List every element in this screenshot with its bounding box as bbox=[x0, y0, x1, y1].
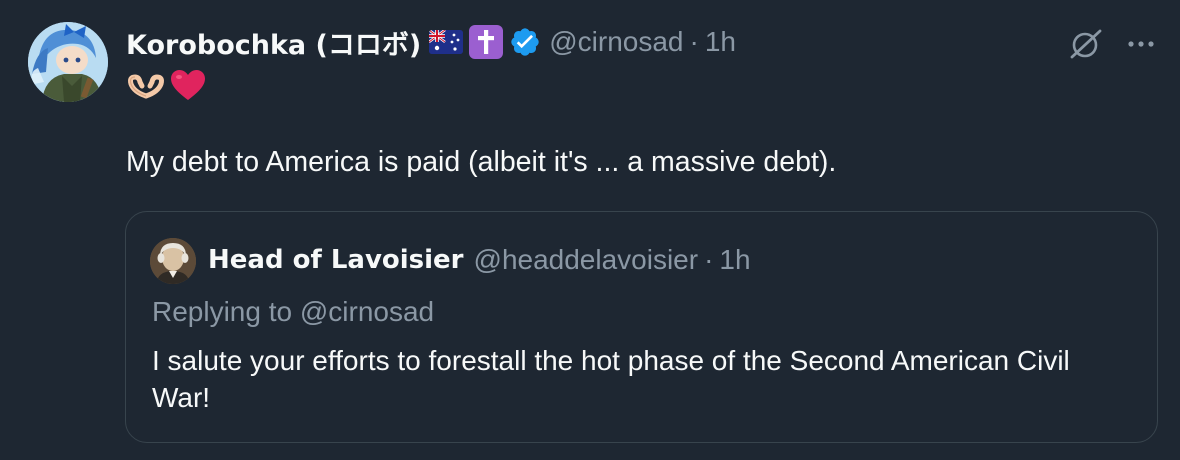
separator-dot: · bbox=[689, 26, 699, 57]
quoted-text: I salute your efforts to forestall the h… bbox=[152, 345, 1070, 413]
separator-dot: · bbox=[704, 244, 714, 275]
tweet-card[interactable]: Korobochka (コロボ) @cirnosad · 1h My debt … bbox=[0, 0, 1180, 460]
quoted-tweet[interactable]: Head of Lavoisier @headdelavoisier · 1h … bbox=[125, 211, 1158, 443]
quoted-avatar[interactable] bbox=[150, 238, 196, 284]
australia-flag-emoji bbox=[429, 30, 464, 54]
tweet-header: Korobochka (コロボ) @cirnosad · 1h bbox=[126, 22, 736, 62]
heart-hands-emoji bbox=[126, 66, 166, 110]
verified-badge-icon[interactable] bbox=[509, 26, 541, 58]
grok-icon[interactable] bbox=[1068, 26, 1104, 66]
quoted-header: Head of Lavoisier @headdelavoisier · 1h bbox=[208, 240, 751, 280]
replying-to[interactable]: Replying to @cirnosad bbox=[152, 296, 434, 328]
avatar[interactable] bbox=[28, 22, 108, 102]
red-heart-emoji bbox=[168, 66, 208, 110]
display-name[interactable]: Korobochka (コロボ) bbox=[126, 23, 421, 62]
quoted-handle[interactable]: @headdelavoisier bbox=[474, 244, 699, 276]
latin-cross-emoji bbox=[469, 25, 504, 59]
tweet-text: My debt to America is paid (albeit it's … bbox=[126, 146, 837, 178]
quoted-display-name[interactable]: Head of Lavoisier bbox=[208, 245, 464, 275]
tweet-actions-top bbox=[1068, 26, 1156, 66]
quoted-timestamp[interactable]: 1h bbox=[719, 244, 750, 276]
emoji-row bbox=[126, 66, 208, 110]
timestamp[interactable]: 1h bbox=[705, 26, 736, 58]
more-options-icon[interactable] bbox=[1126, 26, 1156, 66]
user-handle[interactable]: @cirnosad bbox=[549, 26, 683, 58]
